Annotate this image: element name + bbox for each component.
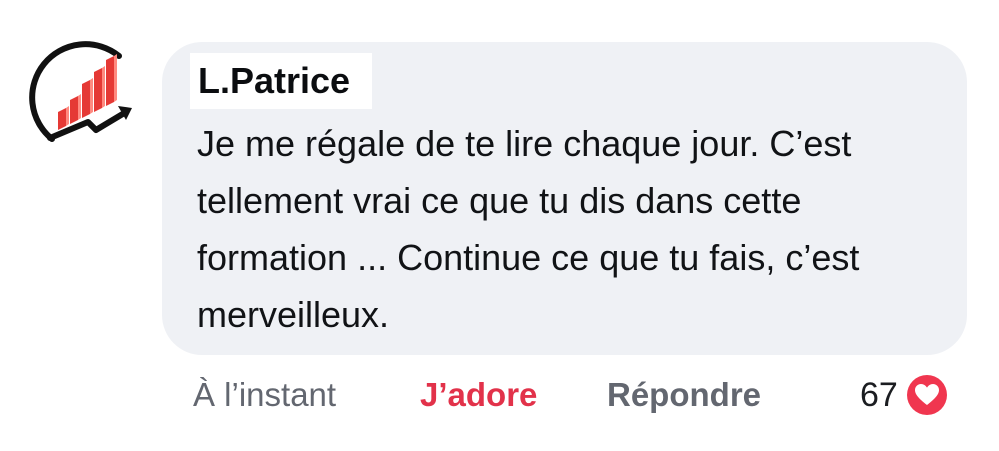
comment-timestamp[interactable]: À l’instant	[193, 367, 336, 423]
avatar[interactable]	[22, 38, 148, 148]
comment-actions: À l’instant J’adore Répondre 67	[0, 367, 999, 423]
comment-author[interactable]: L.Patrice	[190, 53, 373, 109]
growth-chart-logo-icon	[29, 41, 132, 142]
reaction-summary[interactable]: 67	[860, 367, 950, 423]
reaction-count: 67	[860, 376, 898, 414]
comment: L.Patrice Je me régale de te lire chaque…	[0, 0, 999, 451]
comment-text: Je me régale de te lire chaque jour. C’e…	[197, 123, 860, 335]
heart-icon	[904, 373, 949, 417]
love-button[interactable]: J’adore	[420, 367, 537, 423]
reply-button[interactable]: Répondre	[607, 367, 761, 423]
